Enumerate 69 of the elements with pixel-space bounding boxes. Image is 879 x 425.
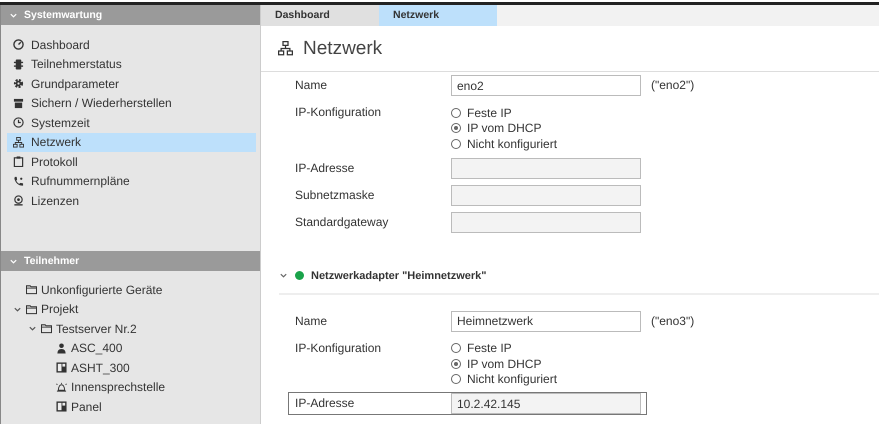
panel-icon (56, 362, 67, 374)
radio-button[interactable] (451, 374, 461, 384)
person-icon (56, 342, 67, 354)
chevron-icon[interactable] (28, 324, 37, 334)
tree-item[interactable]: Testserver Nr.2 (56, 322, 137, 336)
tree-item[interactable]: Panel (71, 400, 102, 414)
radio-button[interactable] (451, 343, 461, 354)
radio-button[interactable] (451, 123, 461, 134)
nav-item[interactable]: Lizenzen (7, 191, 256, 210)
input-field[interactable] (451, 184, 641, 206)
folder-icon (41, 323, 52, 334)
archive-icon (13, 98, 24, 109)
nav-item[interactable]: Systemzeit (7, 113, 256, 132)
input-field[interactable]: eno2 (451, 75, 641, 96)
field-note: ("eno2") (651, 77, 694, 94)
phone-icon (13, 176, 24, 187)
status-icon (13, 58, 24, 70)
radio-label[interactable]: Nicht konfiguriert (467, 136, 558, 151)
folder-icon (26, 284, 37, 296)
section-title: Teilnehmer (24, 255, 80, 267)
tree-item[interactable]: Innensprechstelle (71, 380, 166, 394)
section-title: Systemwartung (24, 9, 102, 21)
input-field[interactable]: 10.2.42.145 (451, 393, 641, 414)
nav-item[interactable]: Grundparameter (7, 74, 256, 94)
radio-label[interactable]: Nicht konfiguriert (467, 372, 558, 386)
radio-label[interactable]: IP vom DHCP (467, 356, 542, 371)
radio-button[interactable] (451, 138, 461, 149)
input-field[interactable] (451, 158, 641, 178)
tree-item[interactable]: ASHT_300 (71, 360, 130, 375)
folder-icon (26, 304, 37, 315)
chevron-icon[interactable] (279, 271, 288, 280)
panel-icon (56, 401, 67, 412)
field-label: IP-Adresse (295, 395, 356, 412)
nav-item[interactable]: Dashboard (7, 35, 256, 54)
clock-icon (13, 117, 24, 128)
clipboard-icon (13, 156, 24, 168)
input-field[interactable]: Heimnetzwerk (451, 310, 641, 332)
field-note: ("eno3") (651, 312, 694, 330)
field-label: IP-Konfiguration (295, 104, 382, 121)
page-title: Netzwerk (303, 38, 382, 60)
license-icon (13, 195, 24, 206)
gear-icon (13, 78, 24, 90)
tab[interactable]: Dashboard (261, 5, 379, 26)
adapter-title: Netzwerkadapter "Heimnetzwerk" (311, 270, 486, 282)
field-label: Standardgateway (295, 214, 390, 230)
field-label: IP-Konfiguration (295, 340, 382, 356)
nav-item[interactable]: Teilnehmerstatus (7, 54, 256, 74)
tree-item[interactable]: ASC_400 (71, 341, 122, 356)
nav-item[interactable]: Rufnummernpläne (7, 172, 256, 191)
radio-button[interactable] (451, 358, 461, 369)
nav-item[interactable]: Sichern / Wiederherstellen (7, 94, 256, 113)
network-icon (278, 41, 293, 56)
radio-button[interactable] (451, 108, 461, 118)
radio-label[interactable]: Feste IP (467, 341, 512, 356)
radio-label[interactable]: IP vom DHCP (467, 121, 542, 136)
nav-item[interactable]: Protokoll (7, 152, 256, 172)
bell-icon (56, 382, 67, 393)
tree-item[interactable]: Projekt (41, 302, 78, 316)
field-label: Subnetzmaske (295, 186, 376, 204)
input-field[interactable] (451, 212, 641, 232)
gauge-icon (13, 39, 24, 50)
tab[interactable]: Netzwerk (379, 5, 497, 26)
field-label: Name (295, 312, 328, 330)
network-icon (13, 136, 24, 148)
field-label: Name (295, 77, 328, 94)
tree-item[interactable]: Unkonfigurierte Geräte (41, 282, 162, 297)
radio-label[interactable]: Feste IP (467, 106, 512, 120)
field-label: IP-Adresse (295, 160, 356, 176)
nav-item[interactable]: Netzwerk (7, 132, 256, 152)
